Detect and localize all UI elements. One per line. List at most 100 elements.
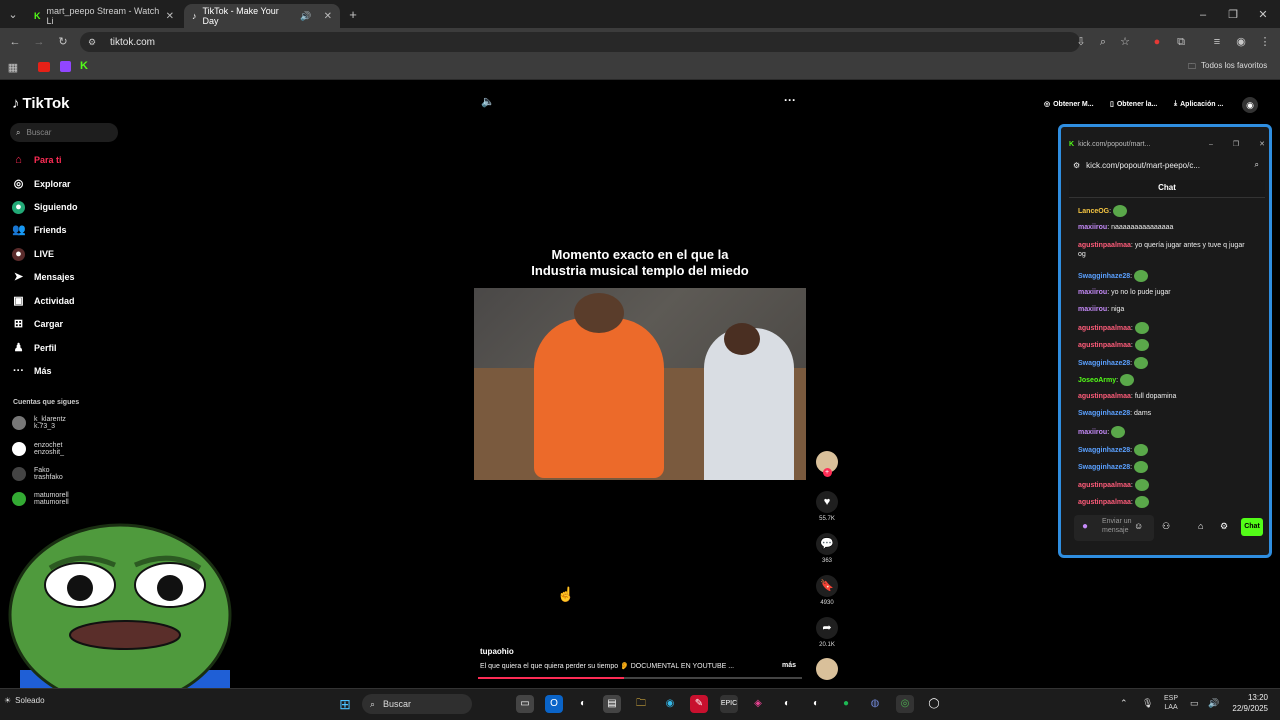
emoji-icon[interactable]: ☺ [1134,521,1143,531]
clock[interactable]: 13:20 22/9/2025 [1222,692,1268,714]
extension-icon[interactable]: ● [1150,34,1164,50]
kick-icon[interactable]: K [80,60,88,72]
forward-icon[interactable]: → [32,34,46,50]
menu-icon[interactable]: ⋮ [1258,34,1272,50]
steam-icon[interactable]: ◐ [778,695,796,713]
tab-search-icon[interactable]: ⌄ [6,7,20,23]
taskbar-search[interactable]: ⌕ Buscar [362,694,472,714]
file-explorer-icon[interactable]: 🗀 [632,695,650,713]
chrome-icon[interactable]: ◎ [896,695,914,713]
following-item[interactable]: enzochet enzoshit_ [12,442,64,456]
chat-username[interactable]: agustinpaalmaa [1078,342,1131,349]
nav-live[interactable]: ● LIVE [12,247,54,261]
discord-icon[interactable]: ◍ [866,695,884,713]
nav-mensajes[interactable]: ➤ Mensajes [12,270,75,284]
app-red-icon[interactable]: ✎ [690,695,708,713]
more-options-icon[interactable]: ··· [784,93,796,107]
nav-actividad[interactable]: ▣ Actividad [12,294,74,308]
following-item[interactable]: matumorell matumorell [12,492,69,506]
tray-chevron-icon[interactable]: ⌃ [1120,698,1128,709]
settings-icon[interactable]: ⚙ [1220,521,1228,532]
steam-icon[interactable]: ◐ [574,695,592,713]
get-coins-chip[interactable]: ◎ Obtener M... [1044,100,1094,109]
maximize-icon[interactable]: ❐ [1226,7,1240,23]
chat-username[interactable]: Swagginhaze28 [1078,410,1130,417]
chat-username[interactable]: agustinpaalmaa [1078,499,1131,506]
site-info-icon[interactable]: ⚙ [86,34,98,50]
bookmark-star-icon[interactable]: ☆ [1118,34,1132,50]
volume-icon[interactable]: 🔊 [1208,698,1219,709]
chat-username[interactable]: agustinpaalmaa [1078,482,1131,489]
video-progress-bar[interactable] [478,677,802,679]
youtube-icon[interactable] [38,62,50,72]
more-link[interactable]: más [782,662,796,669]
user-avatar-icon[interactable]: ◉ [1242,97,1258,113]
all-bookmarks[interactable]: 🗀 Todos los favoritos [1188,61,1267,75]
chat-username[interactable]: Swagginhaze28 [1078,447,1130,454]
save-button[interactable]: 🔖 4930 [816,575,838,606]
chat-username[interactable]: maxiirou [1078,289,1107,296]
nav-mas[interactable]: ··· Más [12,364,52,378]
epic-games-icon[interactable]: EPIC [720,695,738,713]
following-item[interactable]: Fako trashfako [12,467,63,481]
minimize-icon[interactable]: – [1209,141,1213,148]
media-icon[interactable]: ≡ [1210,34,1224,50]
task-view-icon[interactable]: ▭ [516,695,534,713]
chat-username[interactable]: maxiirou [1078,429,1107,436]
chat-username[interactable]: maxiirou [1078,224,1107,231]
nav-para-ti[interactable]: ⌂ Para ti [12,153,61,167]
copilot-icon[interactable]: ◈ [749,695,767,713]
music-disc[interactable] [816,658,838,680]
chat-username[interactable]: JoseoArmy [1078,377,1116,384]
zoom-icon[interactable]: ⌕ [1096,34,1110,50]
address-bar[interactable]: tiktok.com [80,32,1080,52]
creator-avatar[interactable]: + [816,451,838,477]
gift-icon[interactable]: ⌂ [1198,521,1203,531]
tiktok-logo[interactable]: ♪ TikTok [12,95,69,112]
speaker-icon[interactable]: 🔊 [300,11,311,22]
comment-button[interactable]: 💬 363 [816,533,838,564]
nav-friends[interactable]: 👥 Friends [12,223,67,237]
tab-kick-stream[interactable]: K mart_peepo Stream - Watch Li ✕ [26,4,182,28]
chat-username[interactable]: maxiirou [1078,306,1107,313]
video-player[interactable] [474,288,806,480]
video-author[interactable]: tupaohio [480,647,514,656]
emote-menu-icon[interactable]: ⚇ [1162,521,1170,532]
windows-start-icon[interactable]: ⊞ [336,695,354,713]
network-icon[interactable]: ▭ [1190,698,1199,709]
chat-username[interactable]: agustinpaalmaa [1078,325,1131,332]
apps-icon[interactable]: ▦ [6,60,20,76]
weather-widget[interactable]: ☀ Soleado [4,696,45,705]
reload-icon[interactable]: ↻ [56,34,70,50]
outlook-icon[interactable]: O [545,695,563,713]
chat-username[interactable]: agustinpaalmaa [1078,242,1131,249]
follow-plus-icon[interactable]: + [822,468,832,477]
spotify-icon[interactable]: ● [837,695,855,713]
chat-username[interactable]: Swagginhaze28 [1078,464,1130,471]
chat-username[interactable]: LanceOG [1078,208,1109,215]
share-button[interactable]: ➦ 20.1K [816,617,838,648]
search-input[interactable]: ⌕ Buscar [10,123,118,142]
microphone-icon[interactable]: 🎙 [1142,698,1153,709]
close-icon[interactable]: ✕ [166,11,174,22]
get-app-chip[interactable]: ▯ Obtener la... [1110,100,1157,109]
nav-explorar[interactable]: ◎ Explorar [12,177,71,191]
twitch-icon[interactable] [60,61,71,72]
nav-siguiendo[interactable]: ● Siguiendo [12,200,78,214]
puzzle-icon[interactable]: ⧉ [1174,34,1188,50]
window-close-icon[interactable]: ✕ [1256,7,1270,23]
mic-icon[interactable]: ● [1082,521,1088,532]
close-icon[interactable]: ✕ [324,11,332,22]
close-icon[interactable]: ✕ [1259,140,1265,148]
store-icon[interactable]: ▤ [603,695,621,713]
chat-username[interactable]: Swagginhaze28 [1078,360,1130,367]
zoom-icon[interactable]: ⌕ [1255,160,1259,170]
steam-icon[interactable]: ◐ [807,695,825,713]
maximize-icon[interactable]: ❐ [1233,140,1239,148]
chat-username[interactable]: Swagginhaze28 [1078,273,1130,280]
popup-address-bar[interactable]: ⚙ kick.com/popout/mart-peepo/c... ⌕ [1069,156,1265,174]
nav-perfil[interactable]: ♟ Perfil [12,341,57,355]
back-icon[interactable]: ← [8,34,22,50]
minimize-icon[interactable]: – [1196,7,1210,23]
like-button[interactable]: ♥ 55.7K [816,491,838,522]
